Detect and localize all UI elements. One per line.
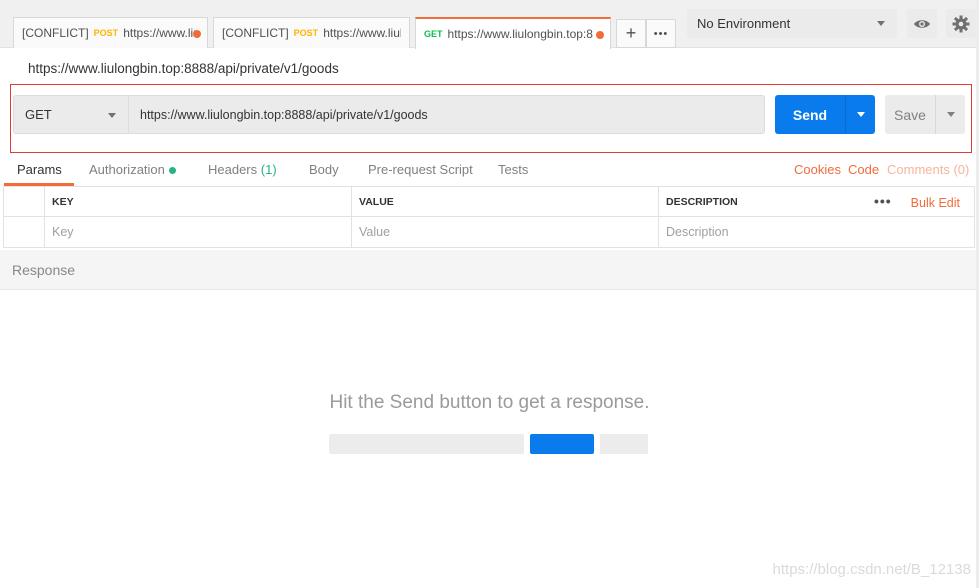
tab-authorization[interactable]: Authorization [89,162,176,177]
tab-pre-request-script[interactable]: Pre-request Script [368,162,473,177]
request-tab-2[interactable]: [CONFLICT] POST https://www.liulon [213,17,410,48]
tab-method: GET [424,29,443,39]
unsaved-dot-icon [193,30,201,38]
key-column-header: KEY [44,187,351,217]
eye-icon [914,19,930,28]
environment-quick-look-button[interactable] [907,9,937,38]
bulk-edit-link[interactable]: Bulk Edit [911,196,960,210]
more-icon[interactable]: ••• [874,193,892,209]
tab-method: POST [93,28,119,38]
chevron-down-icon [877,21,885,26]
method-label: GET [25,107,52,122]
tab-body[interactable]: Body [309,162,339,177]
send-button[interactable]: Send [775,95,845,134]
tab-url: https://www.liu [123,26,199,40]
send-label: Send [792,106,828,123]
empty-response-hint: Hit the Send button to get a response. [329,392,650,413]
save-button[interactable]: Save [885,95,935,134]
headers-label: Headers [208,162,258,177]
status-dot-icon [168,167,176,175]
request-title[interactable]: https://www.liulongbin.top:8888/api/priv… [28,61,339,76]
save-label: Save [894,106,926,123]
tab-params[interactable]: Params [17,162,62,177]
environment-select[interactable]: No Environment [687,9,897,38]
tab-url: https://www.liulongbin.top:8 [447,27,593,41]
value-input[interactable]: Value [351,217,658,247]
gear-icon [952,15,970,32]
request-tab-3[interactable]: GET https://www.liulongbin.top:8 [415,17,611,49]
tab-conflict-label: [CONFLICT] [22,26,89,40]
environment-label: No Environment [697,16,791,31]
response-label: Response [12,262,76,278]
url-input[interactable] [128,95,765,134]
comments-link[interactable]: Comments (0) [887,162,969,177]
tab-method: POST [293,28,319,38]
chevron-down-icon [946,112,955,117]
placeholder-bar-accent [530,434,594,454]
method-select[interactable]: GET [13,95,128,134]
response-header [0,250,979,290]
plus-icon: + [625,23,637,43]
chevron-down-icon [108,113,116,118]
tab-headers[interactable]: Headers (1) [208,162,277,177]
tab-options-button[interactable]: ••• [646,19,676,48]
table-header-row: KEY VALUE DESCRIPTION ••• Bulk Edit [4,187,974,217]
value-column-header: VALUE [351,187,658,217]
placeholder-bar [329,434,524,454]
new-tab-button[interactable]: + [616,19,646,48]
tab-url: https://www.liulon [323,26,401,40]
request-tab-1[interactable]: [CONFLICT] POST https://www.liu [13,17,208,48]
checkbox-column [4,187,44,217]
code-link[interactable]: Code [848,162,879,177]
chevron-down-icon [856,112,865,117]
cookies-link[interactable]: Cookies [794,162,841,177]
save-options-button[interactable] [935,95,965,134]
params-table: KEY VALUE DESCRIPTION ••• Bulk Edit Key … [3,186,975,248]
placeholder-bar [600,434,648,454]
table-row: Key Value Description [4,217,974,247]
watermark: https://blog.csdn.net/B_12138 [772,561,971,578]
description-input[interactable]: Description [658,217,974,247]
tab-tests[interactable]: Tests [498,162,528,177]
authorization-label: Authorization [89,162,165,177]
send-options-button[interactable] [845,95,875,134]
tab-conflict-label: [CONFLICT] [222,26,289,40]
settings-button[interactable] [946,9,976,38]
more-icon: ••• [653,27,669,40]
unsaved-dot-icon [596,31,604,39]
headers-count: (1) [260,162,277,177]
row-checkbox[interactable] [4,217,44,247]
key-input[interactable]: Key [44,217,351,247]
